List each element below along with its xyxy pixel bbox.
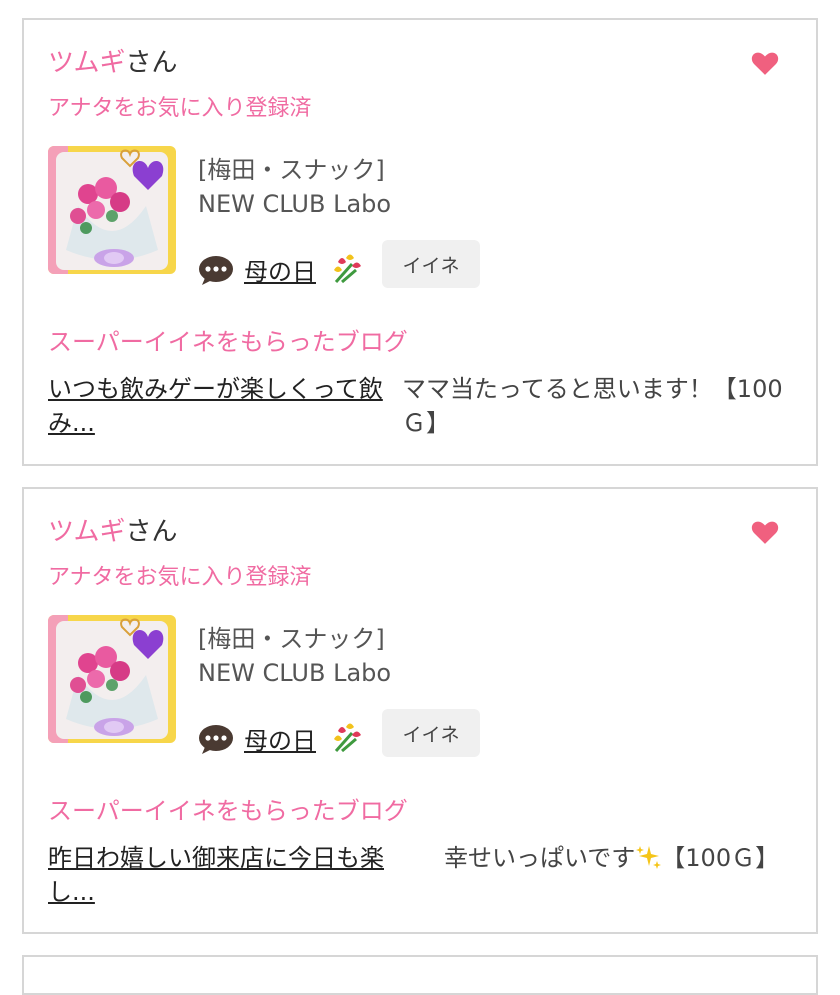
- blog-title-text[interactable]: 母の日: [244, 727, 316, 755]
- shop-thumbnail[interactable]: [48, 146, 176, 274]
- comment-text-suffix: 【100Ｇ】: [661, 844, 780, 872]
- super-iine-heading: スーパーイイネをもらったブログ: [48, 797, 408, 825]
- user-name-suffix: さん: [125, 48, 178, 78]
- tulip-bouquet-emoji: [334, 254, 361, 284]
- comment-text: 幸せいっぱいです 【100Ｇ】: [444, 841, 794, 875]
- shop-name[interactable]: NEW CLUB Labo: [198, 659, 391, 687]
- speech-bubble-icon: [199, 725, 233, 754]
- iine-button[interactable]: イイネ: [382, 709, 480, 757]
- blog-iine-card-partial: [22, 955, 818, 995]
- speech-bubble-icon: [199, 256, 233, 285]
- user-name-text[interactable]: ツムギ: [48, 517, 125, 547]
- comment-blog-link[interactable]: いつも飲みゲーが楽しくって飲み...: [48, 372, 388, 440]
- heart-icon[interactable]: [750, 517, 780, 547]
- comment-blog-link[interactable]: 昨日わ嬉しい御来店に今日も楽し...: [48, 841, 388, 909]
- tulip-bouquet-emoji: [334, 723, 361, 753]
- comment-text-main: 幸せいっぱいです: [444, 844, 636, 872]
- heart-icon[interactable]: [750, 48, 780, 78]
- shop-name[interactable]: NEW CLUB Labo: [198, 190, 391, 218]
- favorite-status: アナタをお気に入り登録済: [48, 565, 312, 590]
- iine-button[interactable]: イイネ: [382, 240, 480, 288]
- super-iine-heading: スーパーイイネをもらったブログ: [48, 328, 408, 356]
- shop-category: [梅田・スナック]: [198, 156, 385, 184]
- comment-text: ママ当たってると思います！【100Ｇ】: [402, 375, 783, 437]
- shop-category: [梅田・スナック]: [198, 625, 385, 653]
- blog-iine-card: ツムギさん アナタをお気に入り登録済 [梅田・スナック] NEW CLUB La…: [22, 18, 818, 466]
- shop-thumbnail[interactable]: [48, 615, 176, 743]
- user-name[interactable]: ツムギさん: [48, 42, 178, 79]
- blog-title-text[interactable]: 母の日: [244, 258, 316, 286]
- user-name-suffix: さん: [125, 517, 178, 547]
- sparkles-emoji: [636, 846, 662, 869]
- blog-iine-card: ツムギさん アナタをお気に入り登録済 [梅田・スナック] NEW CLUB La…: [22, 487, 818, 934]
- favorite-status: アナタをお気に入り登録済: [48, 96, 312, 121]
- user-name-text[interactable]: ツムギ: [48, 48, 125, 78]
- user-name[interactable]: ツムギさん: [48, 511, 178, 548]
